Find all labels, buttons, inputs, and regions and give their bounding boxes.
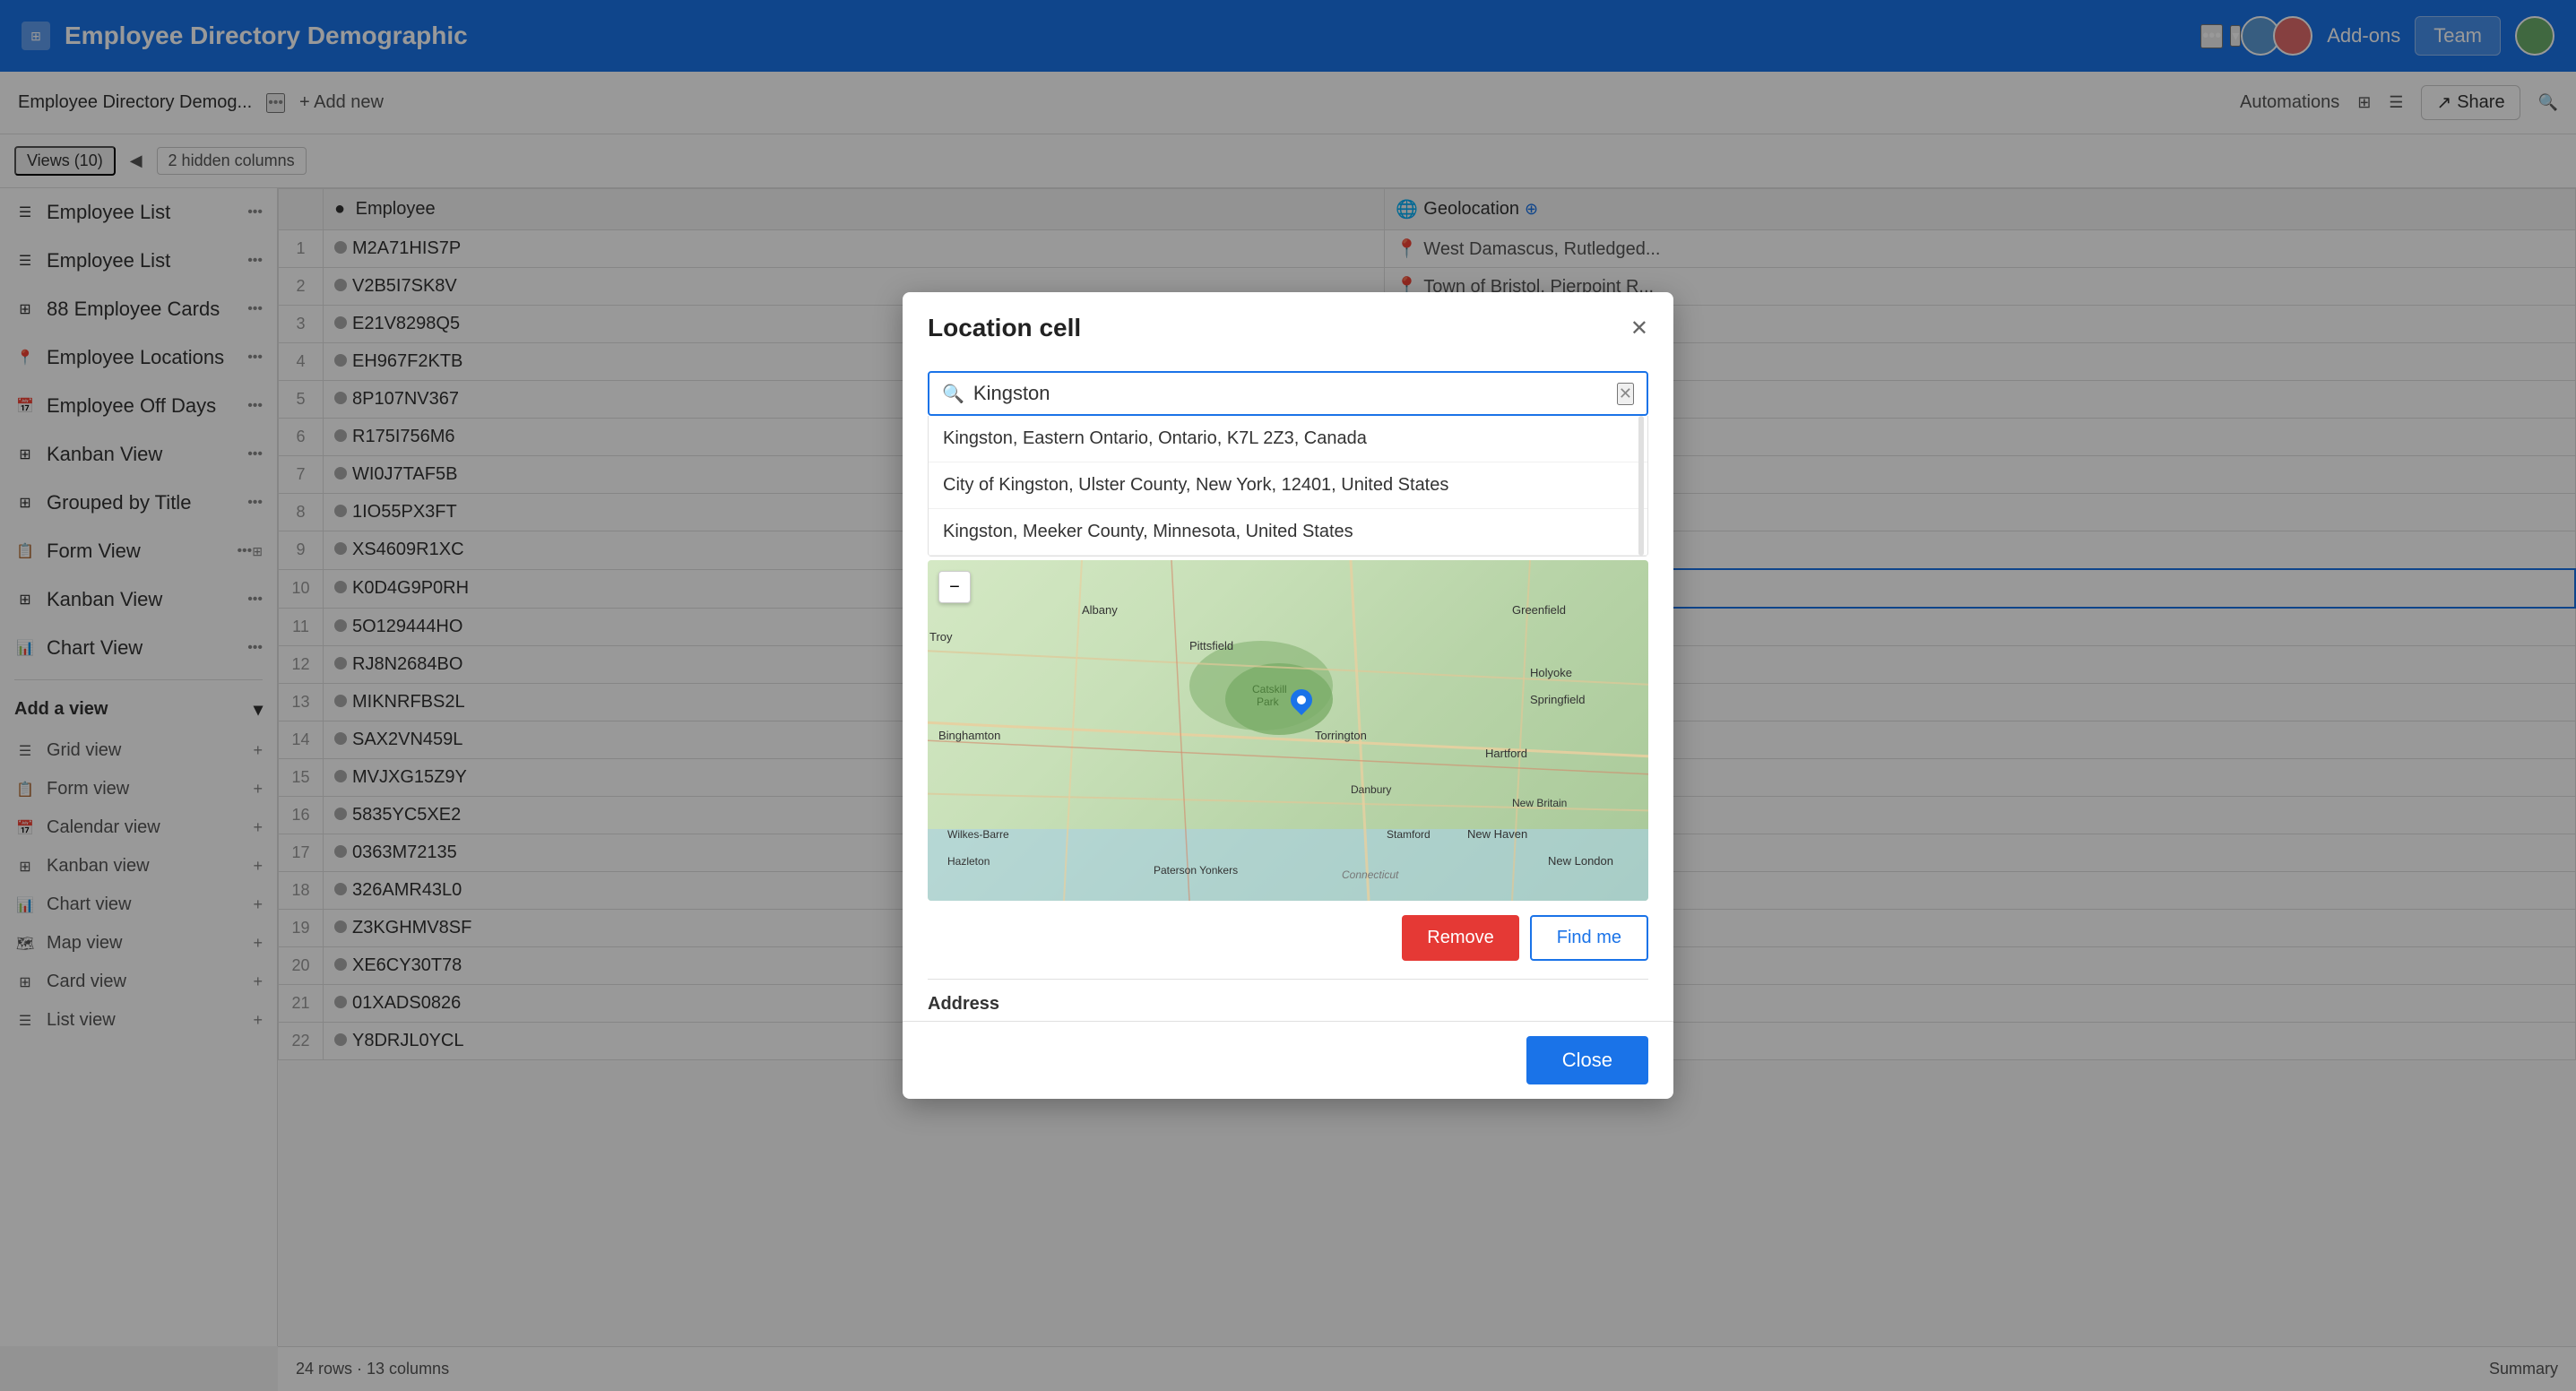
suggestion-2[interactable]: City of Kingston, Ulster County, New Yor… [929, 462, 1647, 509]
modal-header: Location cell ✕ [903, 292, 1673, 357]
modal-overlay[interactable]: Location cell ✕ 🔍 ✕ Kingston, Eastern On… [0, 0, 2576, 1391]
svg-text:Park: Park [1257, 696, 1280, 708]
svg-text:Torrington: Torrington [1315, 729, 1367, 742]
svg-text:Paterson Yonkers: Paterson Yonkers [1154, 864, 1238, 877]
dropdown-scrollbar [1638, 416, 1644, 556]
suggestion-1[interactable]: Kingston, Eastern Ontario, Ontario, K7L … [929, 416, 1647, 462]
svg-text:New Haven: New Haven [1467, 827, 1527, 841]
map-svg: Catskill Park Troy [928, 560, 1648, 901]
map-zoom-out-button[interactable]: − [938, 571, 971, 603]
svg-text:Pittsfield: Pittsfield [1189, 639, 1233, 652]
svg-text:Stamford: Stamford [1387, 828, 1431, 841]
location-cell-modal: Location cell ✕ 🔍 ✕ Kingston, Eastern On… [903, 292, 1673, 1099]
svg-text:Hartford: Hartford [1485, 747, 1527, 760]
modal-footer: Close [903, 1021, 1673, 1099]
modal-body: 🔍 ✕ Kingston, Eastern Ontario, Ontario, … [903, 357, 1673, 1021]
map-background: Catskill Park Troy [928, 560, 1648, 901]
svg-text:Holyoke: Holyoke [1530, 666, 1572, 679]
modal-close-button[interactable]: ✕ [1630, 315, 1648, 341]
svg-text:Hazleton: Hazleton [947, 855, 990, 868]
suggestion-3[interactable]: Kingston, Meeker County, Minnesota, Unit… [929, 509, 1647, 556]
svg-text:Albany: Albany [1082, 603, 1118, 617]
svg-text:Binghamton: Binghamton [938, 729, 1000, 742]
svg-text:Danbury: Danbury [1351, 783, 1391, 796]
svg-text:New Britain: New Britain [1512, 797, 1567, 809]
svg-text:Connecticut: Connecticut [1342, 868, 1399, 881]
svg-text:New London: New London [1548, 854, 1613, 868]
map-container[interactable]: Catskill Park Troy [928, 560, 1648, 901]
modal-action-buttons: Remove Find me [928, 915, 1648, 961]
search-clear-button[interactable]: ✕ [1617, 383, 1634, 405]
find-me-button[interactable]: Find me [1530, 915, 1648, 961]
svg-text:Troy: Troy [929, 630, 953, 644]
map-pin[interactable] [1288, 689, 1315, 721]
modal-title: Location cell [928, 314, 1081, 342]
svg-text:Catskill: Catskill [1252, 683, 1287, 696]
location-search-box: 🔍 ✕ [928, 371, 1648, 416]
search-icon: 🔍 [942, 383, 964, 405]
suggestions-dropdown: Kingston, Eastern Ontario, Ontario, K7L … [928, 416, 1648, 557]
svg-text:Springfield: Springfield [1530, 693, 1585, 706]
location-search-input[interactable] [973, 382, 1617, 405]
remove-button[interactable]: Remove [1402, 915, 1518, 961]
address-label: Address [928, 994, 1648, 1015]
address-section: Address Broadway, 562, 12401, City of Ki… [928, 979, 1648, 1021]
close-button[interactable]: Close [1526, 1036, 1648, 1084]
svg-text:Wilkes-Barre: Wilkes-Barre [947, 828, 1009, 841]
svg-text:Greenfield: Greenfield [1512, 603, 1566, 617]
